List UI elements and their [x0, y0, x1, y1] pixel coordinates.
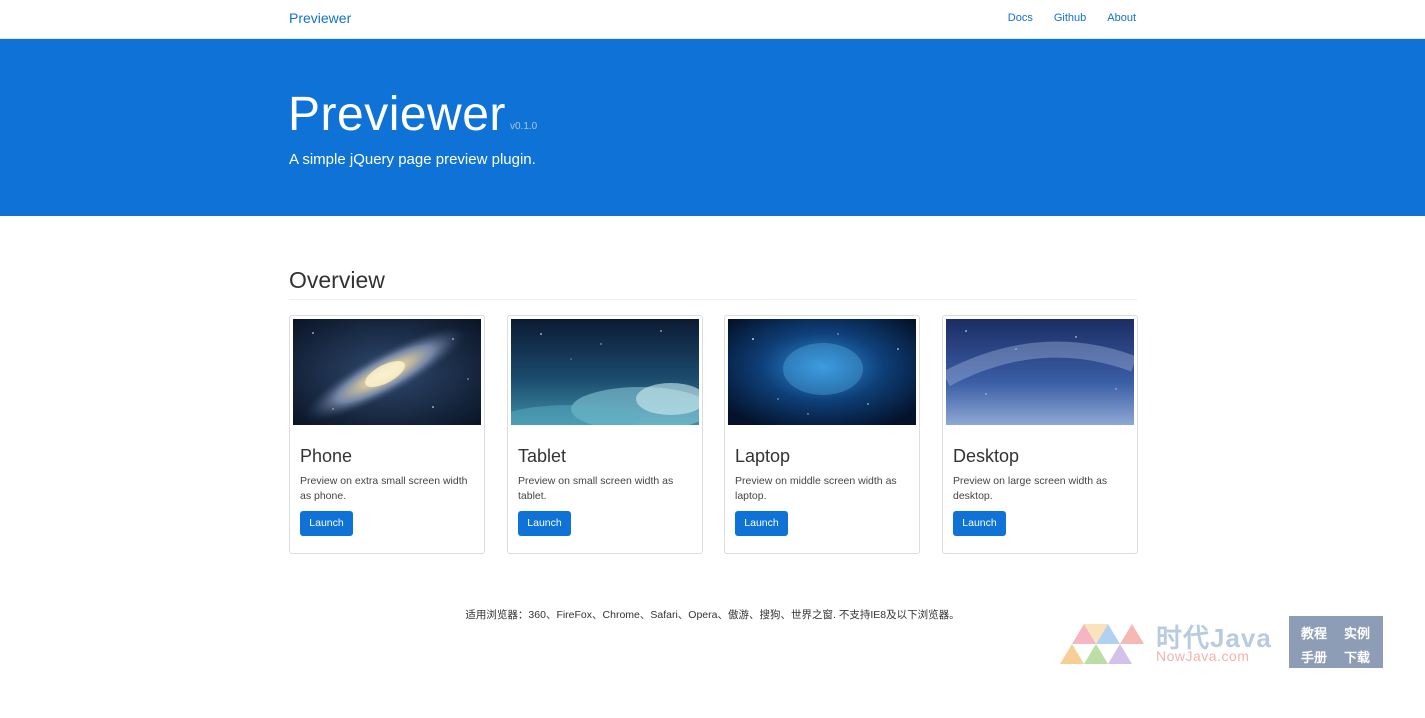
hero-banner: Previewer v0.1.0 A simple jQuery page pr…: [0, 39, 1425, 216]
watermark-logo-icon: [1060, 618, 1148, 666]
card-description: Preview on middle screen width as laptop…: [735, 475, 897, 502]
card-description: Preview on small screen width as tablet.: [518, 475, 674, 502]
nav-docs-link[interactable]: Docs: [1008, 12, 1033, 24]
card-title: Laptop: [735, 446, 791, 466]
brand-link[interactable]: Previewer: [289, 10, 351, 26]
card-laptop: Laptop Preview on middle screen width as…: [724, 315, 920, 554]
nav-about-link[interactable]: About: [1107, 12, 1136, 24]
watermark-box-label: 教程: [1301, 626, 1328, 641]
nav-links: Docs Github About: [987, 12, 1136, 24]
divider: [289, 299, 1137, 300]
card-tablet: Tablet Preview on small screen width as …: [507, 315, 703, 554]
watermark-box: 教程 实例 手册 下载: [1289, 616, 1383, 668]
hero-title: Previewer: [288, 88, 506, 141]
version-label: v0.1.0: [510, 121, 538, 132]
nav-github-link[interactable]: Github: [1054, 12, 1086, 24]
night-clouds-image: [511, 319, 699, 425]
launch-tablet-button[interactable]: Launch: [518, 511, 571, 536]
card-desktop: Desktop Preview on large screen width as…: [942, 315, 1138, 554]
nebula-image: [728, 319, 916, 425]
launch-desktop-button[interactable]: Launch: [953, 511, 1006, 536]
card-title: Phone: [300, 446, 353, 466]
milky-way-image: [946, 319, 1134, 425]
launch-phone-button[interactable]: Launch: [300, 511, 353, 536]
watermark-box-label: 下载: [1344, 650, 1371, 665]
watermark-box-label: 手册: [1301, 650, 1328, 665]
card-title: Tablet: [518, 446, 567, 466]
launch-laptop-button[interactable]: Launch: [735, 511, 788, 536]
watermark-box-label: 实例: [1344, 626, 1371, 641]
card-phone: Phone Preview on extra small screen widt…: [289, 315, 485, 554]
card-description: Preview on large screen width as desktop…: [953, 475, 1108, 502]
watermark-url: NowJava.com: [1156, 648, 1250, 664]
overview-heading: Overview: [289, 267, 385, 293]
hero-subtitle: A simple jQuery page preview plugin.: [289, 151, 536, 168]
galaxy-image: [293, 319, 481, 425]
card-title: Desktop: [953, 446, 1020, 466]
top-navbar: Previewer Docs Github About: [0, 0, 1425, 39]
card-description: Preview on extra small screen width as p…: [300, 475, 468, 502]
